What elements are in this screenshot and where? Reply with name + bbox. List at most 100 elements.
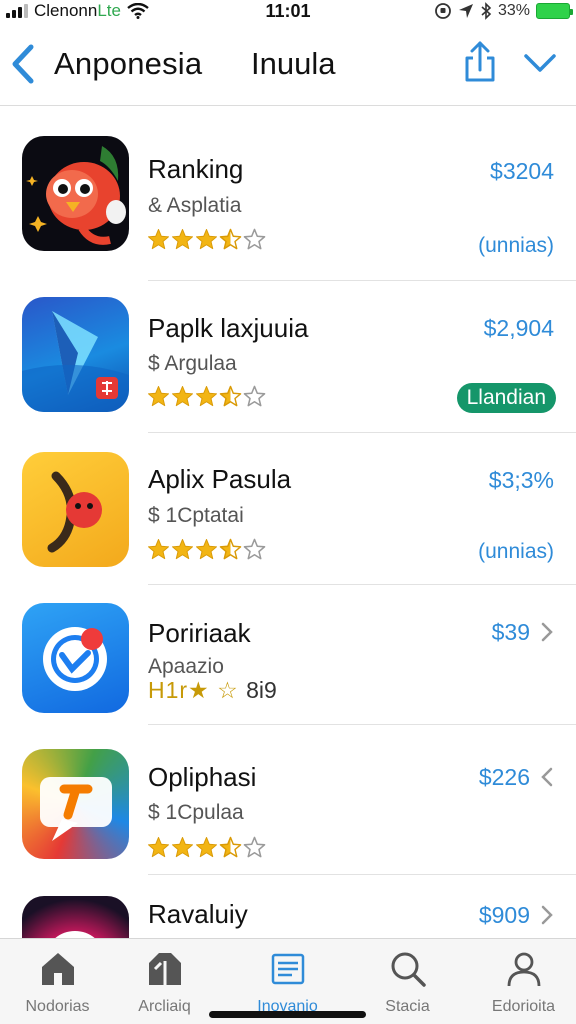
share-button[interactable] (462, 40, 498, 86)
list-item[interactable]: Paplk laxjuuia $ Argulaa $2,904 Llandian (0, 281, 576, 433)
chevron-left-icon (12, 44, 34, 84)
tab-search[interactable]: Stacia (350, 939, 465, 1024)
more-button[interactable] (522, 48, 558, 78)
share-icon (465, 41, 495, 82)
star-empty-icon (243, 385, 266, 407)
app-price[interactable]: $2,904 (484, 315, 554, 342)
app-name: Poririaak (148, 618, 251, 648)
star-empty-icon (243, 228, 266, 250)
chevron-right-icon[interactable] (540, 622, 554, 642)
star-empty-icon (243, 836, 266, 858)
chevron-left-icon[interactable] (540, 767, 554, 787)
star-filled-icon (171, 385, 194, 407)
app-subtitle: $ Argulaa (148, 352, 237, 375)
list-item[interactable]: Opliphasi $ 1Cpulaa $226 (0, 725, 576, 875)
star-half-icon (219, 228, 242, 250)
install-badge[interactable]: Llandian (456, 383, 556, 413)
chat-bubble-icon (40, 777, 112, 841)
back-button[interactable] (10, 42, 40, 86)
star-half-icon (219, 538, 242, 560)
search-icon (391, 952, 426, 987)
wifi-icon (127, 3, 149, 19)
app-icon-poririaak[interactable] (22, 603, 129, 713)
battery-percent: 33% (497, 2, 530, 19)
crystal-blade-icon (22, 311, 129, 412)
bluetooth-icon (481, 2, 492, 20)
star-filled-icon (195, 228, 218, 250)
list-icon (271, 953, 304, 985)
status-right: 33% (434, 0, 573, 22)
store-icon (148, 953, 181, 985)
network-type: Lte (97, 1, 121, 20)
star-filled-icon (195, 836, 218, 858)
star-rating (147, 836, 266, 859)
star-rating (147, 385, 266, 408)
app-subtitle: $ 1Cpulaa (148, 801, 244, 824)
app-name: Paplk laxjuuia (148, 313, 309, 343)
app-icon-paplk[interactable] (22, 297, 129, 412)
star-filled-icon (147, 538, 170, 560)
tab-store[interactable]: Arcliaiq (107, 939, 222, 1024)
star-empty-icon (243, 538, 266, 560)
app-icon-opliphasi[interactable] (22, 749, 129, 859)
app-list: Ranking & Asplatia $3204 (unnias) Paplk … (0, 106, 576, 938)
star-filled-icon (195, 538, 218, 560)
ring-icon (55, 931, 95, 938)
bird-mascot-icon (26, 146, 126, 245)
swirl-character-icon (47, 471, 102, 553)
tab-profile[interactable]: Edorioita (466, 939, 576, 1024)
list-item[interactable]: Ravaluiy $909 (0, 875, 576, 938)
get-link[interactable]: (unnias) (478, 540, 554, 564)
navigation-bar: Anponesia Inuula (0, 22, 576, 106)
home-icon (41, 953, 74, 985)
status-bar: ClenonnLte 11:01 33% (0, 0, 576, 22)
home-indicator[interactable] (209, 1011, 366, 1018)
star-filled-icon (171, 228, 194, 250)
app-name: Ravaluiy (148, 899, 248, 929)
list-item[interactable]: Aplix Pasula $ 1Cptatai $3;3% (unnias) (0, 433, 576, 585)
star-rating (147, 228, 266, 251)
app-subtitle: & Asplatia (148, 194, 242, 217)
battery-icon (536, 3, 573, 19)
page-subtitle: Inuula (251, 46, 336, 81)
app-subtitle: $ 1Cptatai (148, 504, 244, 527)
app-name: Aplix Pasula (148, 464, 292, 494)
tab-home[interactable]: Nodorias (0, 939, 115, 1024)
tab-label: Edorioita (491, 998, 556, 1015)
app-price[interactable]: $39 (492, 619, 530, 646)
app-icon-ravaluiy[interactable] (22, 896, 129, 938)
location-icon (458, 4, 473, 18)
star-half-icon (219, 385, 242, 407)
status-left: ClenonnLte (6, 0, 149, 22)
app-price[interactable]: $3;3% (489, 467, 554, 494)
list-item[interactable]: Poririaak Apaazio H1r★ ☆ 8i9 $39 (0, 585, 576, 725)
star-filled-icon (171, 836, 194, 858)
app-price[interactable]: $909 (479, 902, 530, 929)
app-name: Ranking (148, 154, 244, 184)
carrier-name: ClenonnLte (34, 1, 121, 20)
app-price[interactable]: $226 (479, 764, 530, 791)
clock: 11:01 (265, 1, 311, 21)
app-icon-aplix[interactable] (22, 452, 129, 567)
orientation-lock-icon (435, 3, 451, 19)
star-filled-icon (171, 538, 194, 560)
person-icon (507, 952, 540, 987)
clock-badge-icon (43, 627, 107, 691)
get-link[interactable]: (unnias) (478, 234, 554, 258)
chevron-right-icon[interactable] (540, 905, 554, 925)
tab-label: Arcliaiq (138, 998, 191, 1015)
rating-value: 8i9 (246, 677, 277, 703)
star-filled-icon (147, 836, 170, 858)
chevron-down-icon (524, 54, 556, 72)
list-item[interactable]: Ranking & Asplatia $3204 (unnias) (0, 106, 576, 281)
app-subtitle: Apaazio (148, 655, 224, 678)
app-icon-ranking[interactable] (22, 136, 129, 251)
tab-label: Nodorias (25, 998, 90, 1015)
signal-strength-icon (6, 4, 28, 18)
tab-label: Stacia (385, 998, 430, 1015)
app-price[interactable]: $3204 (490, 158, 554, 185)
star-filled-icon (195, 385, 218, 407)
star-half-icon (219, 836, 242, 858)
page-title: Anponesia (54, 46, 203, 81)
app-name: Opliphasi (148, 762, 257, 792)
